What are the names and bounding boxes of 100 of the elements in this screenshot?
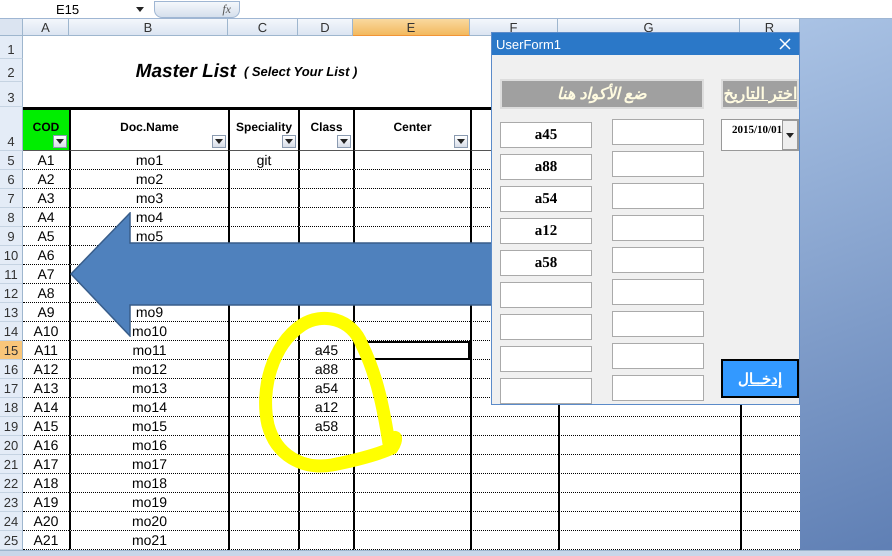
row-header[interactable]: 3 [0,82,23,107]
row-header[interactable]: 9 [0,227,23,246]
row-header[interactable]: 23 [0,493,23,512]
row-header[interactable]: 20 [0,436,23,455]
name-box[interactable]: E15 [0,0,148,18]
row-header[interactable]: 15 [0,341,23,360]
code-field[interactable]: a88 [500,154,592,180]
table-cell: mo15 [69,417,228,436]
column-header[interactable]: E [353,19,470,36]
code-field[interactable]: a12 [500,218,592,244]
table-cell: mo20 [69,512,228,531]
function-button[interactable]: fx [154,0,240,18]
dropdown-button[interactable] [782,120,798,150]
table-cell: mo18 [69,474,228,493]
table-cell: mo14 [69,398,228,417]
row-header[interactable]: 16 [0,360,23,379]
table-cell: mo12 [69,360,228,379]
code-field[interactable] [612,279,704,305]
code-field[interactable]: a58 [500,250,592,276]
date-label: اختر التاريخ [721,79,800,109]
table-cell [298,208,353,227]
filter-button[interactable] [53,135,67,148]
table-cell [298,436,353,455]
row-header[interactable]: 14 [0,322,23,341]
table-cell: mo19 [69,493,228,512]
filter-button[interactable] [282,135,296,148]
caret-icon [215,139,223,144]
header-label: COD [32,119,60,136]
header-label: Center [393,119,432,136]
code-field[interactable] [612,183,704,209]
table-cell: a12 [298,398,353,417]
row-header[interactable]: 6 [0,170,23,189]
row-header[interactable]: 21 [0,455,23,474]
table-cell: a54 [298,379,353,398]
code-field[interactable] [612,215,704,241]
row-header[interactable]: 8 [0,208,23,227]
caret-icon [340,139,348,144]
code-field[interactable] [500,378,592,404]
table-cell: mo21 [69,531,228,550]
column-header[interactable]: A [23,19,69,36]
row-header[interactable]: 1 [0,36,23,59]
caret-icon [136,6,144,12]
table-cell [228,531,298,550]
table-cell [298,189,353,208]
table-cell [298,531,353,550]
close-icon [779,38,791,50]
code-field[interactable]: a45 [500,122,592,148]
row-header[interactable]: 17 [0,379,23,398]
row-header[interactable]: 12 [0,284,23,303]
table-cell [298,493,353,512]
filter-button[interactable] [454,135,468,148]
row-header[interactable]: 18 [0,398,23,417]
code-field[interactable] [612,343,704,369]
table-cell: mo10 [69,322,228,341]
row-header[interactable]: 2 [0,59,23,82]
table-cell: a58 [298,417,353,436]
dialog-title: UserForm1 [496,36,562,52]
table-cell: mo1 [69,151,228,170]
row-header[interactable]: 19 [0,417,23,436]
row-header[interactable]: 5 [0,151,23,170]
sheet-title: Master List [136,60,236,82]
code-field[interactable] [612,247,704,273]
row-header[interactable]: 24 [0,512,23,531]
code-field[interactable] [612,119,704,145]
caret-icon [56,139,64,144]
header-label: Doc.Name [120,119,179,136]
code-field[interactable] [612,151,704,177]
table-cell [298,474,353,493]
row-header[interactable]: 7 [0,189,23,208]
select-all-corner[interactable] [0,19,23,36]
column-header[interactable]: B [69,19,228,36]
code-field[interactable] [500,346,592,372]
caret-icon [285,139,293,144]
row-header[interactable]: 10 [0,246,23,265]
header-label: Speciality [236,119,292,136]
sheet-subtitle: ( Select Your List ) [244,64,358,79]
filter-button[interactable] [337,135,351,148]
row-header[interactable]: 13 [0,303,23,322]
table-cell [298,512,353,531]
row-header[interactable]: 11 [0,265,23,284]
row-header[interactable]: 4 [0,107,23,151]
code-field[interactable] [612,375,704,401]
column-header[interactable]: D [298,19,353,36]
code-field[interactable] [500,314,592,340]
row-header[interactable]: 25 [0,531,23,550]
table-cell: mo11 [69,341,228,360]
date-dropdown[interactable]: 2015/10/01 [721,119,800,151]
column-header[interactable]: C [228,19,298,36]
row-header[interactable]: 22 [0,474,23,493]
table-cell: mo13 [69,379,228,398]
caret-icon [786,132,794,138]
table-cell: git [228,151,298,170]
code-field[interactable] [612,311,704,337]
table-cell: mo2 [69,170,228,189]
caret-icon [457,139,465,144]
filter-button[interactable] [212,135,226,148]
table-cell [298,170,353,189]
code-field[interactable] [500,282,592,308]
header-label: Class [310,119,343,136]
code-field[interactable]: a54 [500,186,592,212]
